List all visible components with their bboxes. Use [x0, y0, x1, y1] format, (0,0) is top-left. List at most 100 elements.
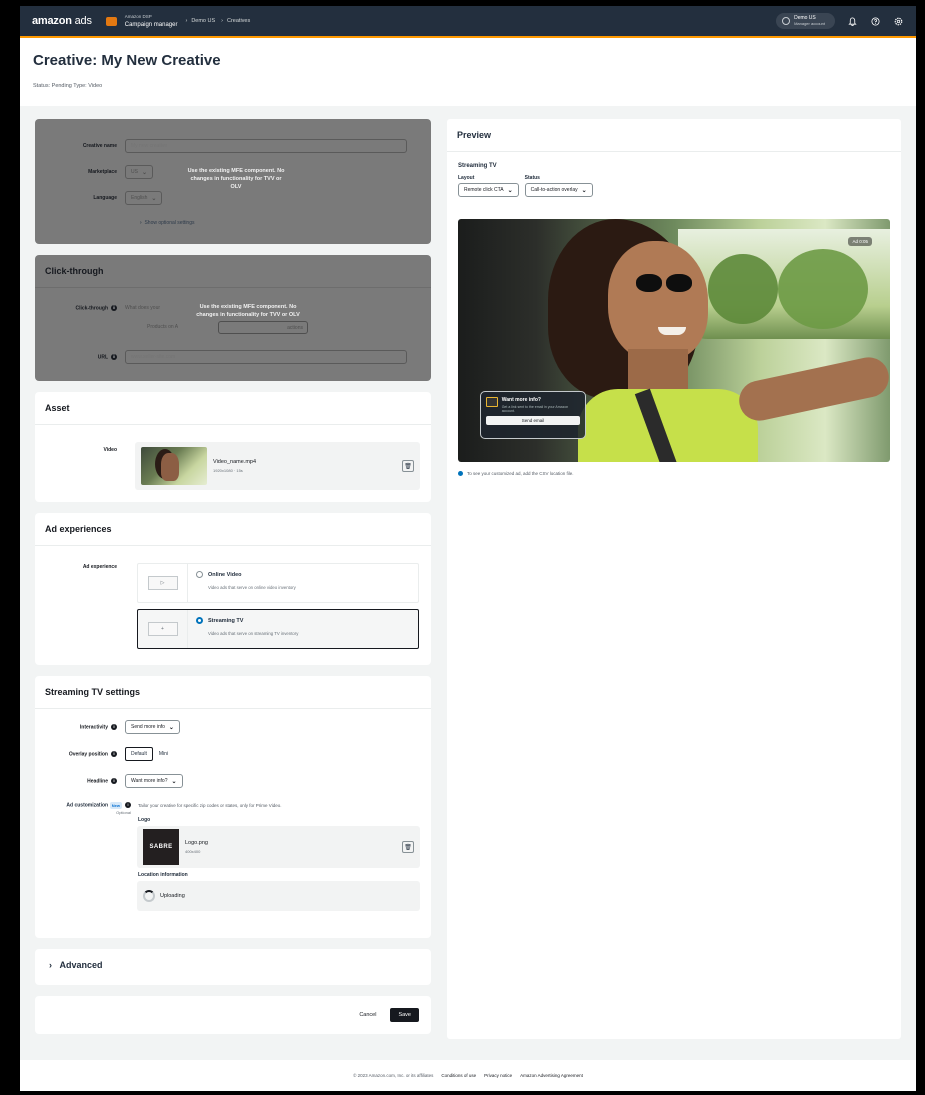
preview-video[interactable]: Ad 0:05 Want more info? Get a link sent … [458, 219, 890, 462]
advanced-toggle[interactable]: › Advanced [49, 960, 103, 970]
info-icon[interactable]: i [111, 305, 117, 311]
conditions-link[interactable]: Conditions of use [441, 1073, 476, 1078]
mfe-overlay-note: Use the existing MFE component. No chang… [187, 168, 285, 190]
info-icon[interactable]: i [111, 777, 117, 784]
location-info-label: Location information [138, 872, 188, 878]
overlay-mini-option[interactable]: Mini [153, 748, 174, 760]
tree-shape [708, 254, 778, 324]
account-type: Manager account [794, 21, 825, 26]
copyright-text: © 2023 Amazon.com, Inc. or its affiliate… [353, 1073, 434, 1078]
top-nav: amazon ads Amazon DSP Campaign manager ›… [20, 6, 916, 38]
chevron-down-icon: ⌄ [168, 724, 174, 731]
privacy-link[interactable]: Privacy notice [484, 1073, 512, 1078]
agreement-link[interactable]: Amazon Advertising Agreement [520, 1073, 583, 1078]
headline-label: Headline i [35, 777, 125, 785]
help-icon[interactable] [870, 16, 881, 27]
play-icon: ▷ [147, 576, 178, 590]
online-video-thumb: ▷ [138, 564, 188, 602]
person-arm [735, 353, 890, 425]
form-actions: Cancel Save [35, 996, 431, 1034]
status-value: Call-to-action overlay [530, 187, 578, 193]
video-file-meta: 1920x1080 · 15s [213, 468, 243, 473]
logo-thumbnail[interactable]: SABRE [143, 829, 179, 865]
trash-icon: 🗑 [404, 844, 412, 851]
online-video-option[interactable]: ▷ Online Video Video ads that serve on o… [137, 563, 419, 603]
breadcrumb-creatives[interactable]: Creatives [227, 18, 250, 24]
chevron-right-icon: › [49, 960, 52, 970]
trash-icon: 🗑 [404, 463, 412, 470]
show-optional-settings-link[interactable]: › Show optional settings [140, 220, 195, 226]
breadcrumb-sep-icon: › [185, 18, 188, 24]
interactivity-value: Send more info [131, 724, 165, 730]
logo-file-name: Logo.png [185, 840, 208, 846]
app-switcher[interactable]: Amazon DSP Campaign manager [125, 13, 178, 29]
click-through-actions-button[interactable]: actions [218, 321, 308, 334]
video-file-name: Video_name.mp4 [213, 459, 257, 465]
info-icon[interactable]: i [111, 750, 117, 757]
layout-value: Remote click CTA [464, 187, 504, 193]
chevron-right-icon: › [140, 220, 142, 226]
cancel-button[interactable]: Cancel [359, 1012, 376, 1018]
bell-icon[interactable] [847, 16, 858, 27]
logo-word: amazon [32, 15, 72, 27]
language-value: English [131, 195, 148, 201]
layout-label: Layout [458, 175, 475, 181]
optional-tag: Optional [116, 809, 131, 815]
overlay-position-label: Overlay position i [35, 750, 125, 758]
info-icon[interactable]: i [111, 353, 117, 360]
video-thumbnail[interactable] [141, 447, 207, 485]
cta-title: Want more info? [501, 397, 541, 403]
info-icon [458, 471, 463, 476]
page-header: Creative: My New Creative Status: Pendin… [20, 38, 916, 106]
amazon-ads-logo[interactable]: amazon ads [32, 15, 92, 27]
ad-experiences-card: Ad experiences Ad experience ▷ Online Vi… [35, 513, 431, 665]
streaming-tv-radio[interactable] [196, 617, 203, 624]
app-name: Campaign manager [124, 22, 178, 28]
language-label: Language [93, 195, 117, 201]
preview-note-text: To see your customized ad, add the CSV l… [467, 471, 574, 476]
marketplace-select[interactable]: US ⌄ [125, 165, 153, 179]
ad-experience-label: Ad experience [82, 564, 117, 570]
uploading-status: Uploading [160, 893, 185, 899]
delete-logo-button[interactable]: 🗑 [402, 841, 414, 853]
online-video-radio[interactable] [196, 571, 203, 578]
creative-name-label: Creative name [82, 143, 117, 149]
ad-customization-desc: Tailor your creative for specific zip co… [138, 803, 282, 808]
url-input[interactable] [125, 350, 407, 364]
globe-icon [782, 17, 791, 25]
ad-experiences-title: Ad experiences [35, 513, 431, 546]
language-select[interactable]: English ⌄ [125, 191, 163, 205]
chevron-down-icon: ⌄ [151, 195, 157, 202]
headline-select[interactable]: Want more info? ⌄ [125, 774, 183, 788]
status-select[interactable]: Call-to-action overlay ⌄ [524, 183, 593, 197]
products-text: Products on A [147, 324, 179, 330]
streaming-tv-option[interactable]: + Streaming TV Video ads that serve on s… [137, 609, 419, 649]
advanced-section[interactable]: › Advanced [35, 949, 431, 985]
new-badge: New [109, 801, 122, 809]
layout-select[interactable]: Remote click CTA ⌄ [458, 183, 519, 197]
info-icon[interactable]: i [125, 802, 131, 808]
overlay-label-text: Overlay position [68, 751, 108, 758]
tree-shape [778, 249, 868, 329]
send-email-button[interactable]: Send email [486, 416, 580, 425]
click-through-card: Click-through Click-through i What does y… [35, 255, 431, 381]
video-label: Video [103, 447, 117, 453]
delete-video-button[interactable]: 🗑 [402, 460, 414, 472]
breadcrumb-account[interactable]: Demo US [191, 18, 215, 24]
interactivity-select[interactable]: Send more info ⌄ [125, 720, 180, 734]
logo-asset: SABRE Logo.png 400x400 🗑 [137, 826, 420, 868]
account-switcher[interactable]: Demo US Manager account [776, 13, 835, 29]
overlay-default-option[interactable]: Default [125, 747, 153, 761]
streaming-tv-settings-card: Streaming TV settings Interactivity i Sen… [35, 676, 431, 938]
creative-form: Creative name Marketplace US⌄ Language E… [35, 119, 431, 1045]
asset-title: Asset [35, 392, 431, 425]
mfe-overlay-note: Use the existing MFE component. No chang… [196, 304, 300, 318]
click-through-question: What does your [125, 305, 161, 312]
creative-name-input[interactable] [125, 139, 407, 153]
actions-button-label: actions [287, 325, 303, 331]
info-icon[interactable]: i [111, 723, 117, 730]
save-button[interactable]: Save [390, 1008, 419, 1022]
headline-label-text: Headline [87, 778, 108, 785]
click-through-label-text: Click-through [75, 305, 109, 312]
gear-icon[interactable] [893, 16, 904, 27]
